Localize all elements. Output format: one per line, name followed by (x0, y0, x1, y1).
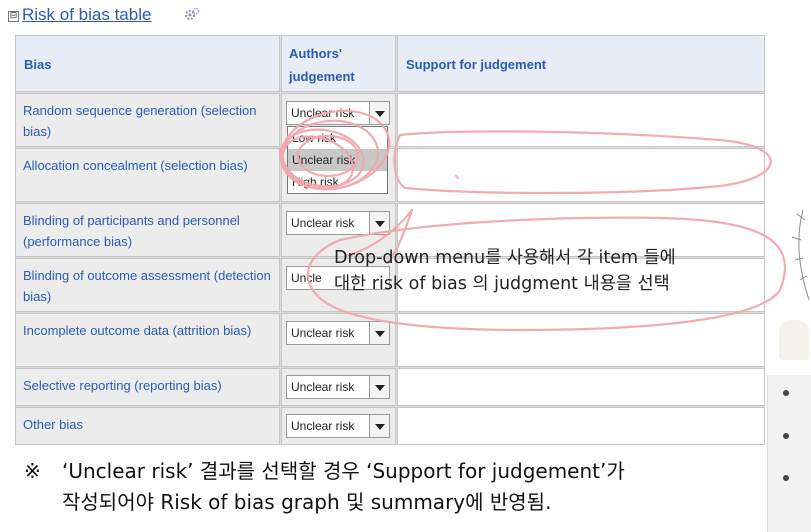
annotation-callout: Drop-down menu를 사용해서 각 item 들에 대한 risk o… (334, 245, 754, 297)
note-line1: ‘Unclear risk’ 결과를 선택할 경우 ‘Support for j… (62, 459, 625, 483)
chevron-down-icon[interactable] (369, 415, 389, 437)
table-row: Other bias Unclear risk (15, 407, 765, 445)
plant-icon (791, 209, 810, 301)
table-row: Random sequence generation (selection bi… (15, 93, 765, 147)
note-line2: 작성되어야 Risk of bias graph 및 summary에 반영됨. (62, 490, 552, 514)
judgement-value: Unclear risk (291, 106, 355, 120)
judgement-value: Unclear risk (291, 216, 355, 230)
table-header-row: Bias Authors' judgement Support for judg… (15, 35, 765, 92)
lamp-icon (779, 320, 809, 360)
support-input[interactable] (397, 407, 765, 445)
table-row: Allocation concealment (selection bias) (15, 148, 765, 202)
support-input[interactable] (397, 368, 765, 406)
bias-label: Blinding of outcome assessment (detectio… (23, 268, 271, 304)
cabinet-decoration (767, 375, 811, 532)
judgement-value: Unclear risk (291, 419, 355, 433)
chevron-down-icon[interactable] (369, 376, 389, 398)
bias-label: Incomplete outcome data (attrition bias) (23, 323, 252, 338)
header-judgement-line1: Authors' (289, 46, 342, 61)
callout-line2: 대한 risk of bias 의 judgment 내용을 선택 (334, 274, 670, 294)
chevron-down-icon[interactable] (369, 322, 389, 344)
judgement-select[interactable]: Unclear risk (286, 101, 390, 125)
chevron-down-icon[interactable] (369, 102, 389, 124)
bias-label: Blinding of participants and personnel (… (23, 213, 240, 249)
judgement-select[interactable]: Unclear risk (286, 321, 390, 345)
callout-line1: Drop-down menu를 사용해서 각 item 들에 (334, 248, 676, 268)
bias-label: Random sequence generation (selection bi… (23, 103, 257, 139)
judgement-select[interactable]: Unclear risk (286, 375, 390, 399)
bias-label: Allocation concealment (selection bias) (23, 158, 248, 173)
section-header: ⊟ Risk of bias table (0, 0, 780, 30)
support-input[interactable] (397, 93, 765, 147)
header-bias: Bias (24, 57, 52, 72)
judgement-value: Unclear risk (291, 380, 355, 394)
judgement-select[interactable]: Unclear risk (286, 211, 390, 235)
support-input[interactable] (397, 313, 765, 367)
bias-label: Selective reporting (reporting bias) (23, 378, 222, 393)
section-title[interactable]: Risk of bias table (22, 5, 151, 25)
support-input[interactable] (397, 148, 765, 202)
footnote: ※ ‘Unclear risk’ 결과를 선택할 경우 ‘Support for … (24, 456, 804, 518)
chevron-down-icon[interactable] (369, 212, 389, 234)
dropdown-option-high-risk[interactable]: High risk (288, 171, 387, 193)
risk-of-bias-table: Bias Authors' judgement Support for judg… (15, 35, 765, 445)
gear-icon[interactable] (184, 7, 200, 21)
table-row: Incomplete outcome data (attrition bias)… (15, 313, 765, 367)
header-support: Support for judgement (406, 57, 547, 72)
table-row: Selective reporting (reporting bias) Unc… (15, 368, 765, 406)
collapse-toggle-icon[interactable]: ⊟ (8, 11, 19, 22)
dropdown-option-low-risk[interactable]: Low risk (288, 127, 387, 149)
judgement-select[interactable]: Unclear risk (286, 414, 390, 438)
note-mark: ※ (24, 459, 41, 483)
header-judgement-line2: judgement (289, 69, 355, 84)
bias-label: Other bias (23, 417, 83, 432)
judgement-dropdown-list[interactable]: Low risk Unclear risk High risk (287, 126, 388, 194)
judgement-value: Uncle (291, 271, 322, 285)
dropdown-option-unclear-risk[interactable]: Unclear risk (288, 149, 387, 171)
judgement-value: Unclear risk (291, 326, 355, 340)
